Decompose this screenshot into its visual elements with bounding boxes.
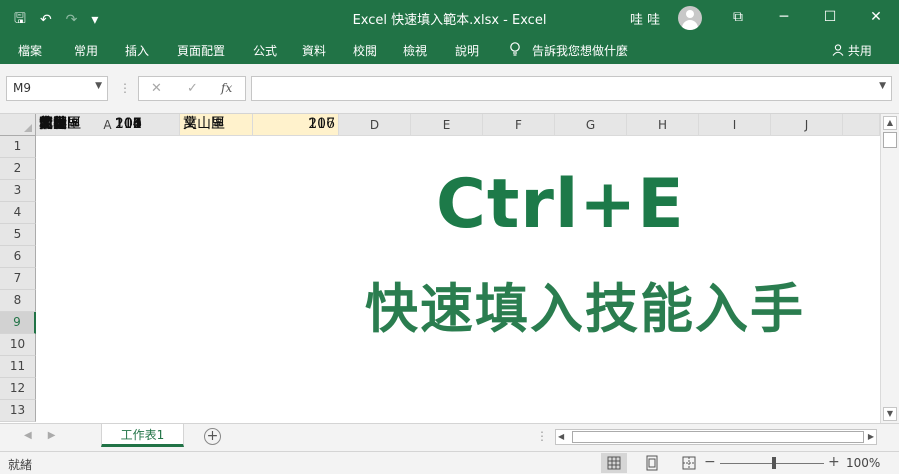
row-header[interactable]: 3 — [0, 180, 36, 202]
cell-a-code: 207 — [115, 116, 142, 132]
page-break-view-icon[interactable] — [676, 453, 702, 473]
tab-view[interactable]: 檢視 — [403, 42, 427, 59]
scroll-up-icon[interactable]: ▲ — [883, 116, 897, 130]
expand-formula-bar-icon[interactable]: ▼ — [879, 81, 886, 91]
zoom-slider-handle[interactable] — [772, 457, 776, 469]
zoom-in-icon[interactable]: + — [828, 454, 840, 470]
row-header[interactable]: 7 — [0, 268, 36, 290]
tell-me-search[interactable]: 告訴我您想做什麼 — [532, 42, 628, 59]
empty-cell[interactable] — [699, 114, 771, 136]
sheet-navigation: ◀ ▶ — [24, 430, 71, 441]
select-all-corner[interactable] — [0, 114, 36, 136]
sheet-tab-active[interactable]: 工作表1 — [101, 424, 184, 447]
status-text: 就緒 — [8, 458, 33, 472]
vertical-scrollbar[interactable]: ▲ ▼ — [880, 114, 899, 423]
empty-cell[interactable] — [339, 114, 411, 136]
row-header[interactable]: 4 — [0, 202, 36, 224]
tab-insert[interactable]: 插入 — [125, 42, 149, 59]
page-layout-view-icon[interactable] — [639, 453, 665, 473]
zoom-out-icon[interactable]: − — [704, 454, 716, 470]
scroll-thumb[interactable] — [883, 132, 897, 148]
formula-bar: M9 ▼ ⋮ ✕ ✓ fx ▼ — [0, 64, 899, 114]
row-header[interactable]: 5 — [0, 224, 36, 246]
tab-file[interactable]: 檔案 — [18, 42, 42, 59]
window-controls: ⧉ ─ ☐ ✕ — [715, 0, 899, 34]
row-header[interactable]: 11 — [0, 356, 36, 378]
empty-cell[interactable] — [627, 114, 699, 136]
tab-review[interactable]: 校閱 — [353, 42, 377, 59]
more-icon[interactable]: ⋮ — [536, 429, 548, 443]
user-name[interactable]: 哇 哇 — [630, 9, 660, 28]
formula-input[interactable]: ▼ — [251, 76, 892, 101]
overlay-title: Ctrl+E — [436, 165, 685, 244]
close-icon[interactable]: ✕ — [853, 0, 899, 34]
name-box[interactable]: M9 ▼ — [6, 76, 108, 101]
tab-home[interactable]: 常用 — [74, 42, 98, 59]
empty-cell[interactable] — [411, 114, 483, 136]
insert-function-icon[interactable]: fx — [221, 81, 232, 95]
person-icon — [832, 44, 844, 56]
row-header[interactable]: 2 — [0, 158, 36, 180]
cell-c[interactable]: 207 — [253, 114, 339, 136]
row-header[interactable]: 10 — [0, 334, 36, 356]
sheet-tab-bar: ◀ ▶ 工作表1 + ⋮ ◀ ▶ — [0, 423, 899, 451]
cell-b[interactable]: 萬 里 — [180, 114, 253, 136]
tab-formulas[interactable]: 公式 — [253, 42, 277, 59]
share-label: 共用 — [847, 44, 872, 58]
status-bar: 就緒 − + 100% — [0, 451, 899, 474]
name-box-value: M9 — [13, 81, 31, 95]
tab-page-layout[interactable]: 頁面配置 — [177, 42, 225, 59]
lightbulb-icon — [510, 42, 520, 56]
avatar[interactable] — [678, 6, 702, 30]
title-bar: 🖫 ↶ ↷ ▾ Excel 快速填入範本.xlsx - Excel 哇 哇 ⧉ … — [0, 0, 899, 36]
scroll-down-icon[interactable]: ▼ — [883, 407, 897, 421]
prev-sheet-icon[interactable]: ◀ — [24, 430, 32, 441]
maximize-icon[interactable]: ☐ — [807, 0, 853, 34]
share-button[interactable]: 共用 — [832, 42, 872, 59]
cell-a[interactable]: 萬 里 207 — [36, 114, 180, 136]
empty-cell[interactable] — [483, 114, 555, 136]
row-header[interactable]: 12 — [0, 378, 36, 400]
tab-data[interactable]: 資料 — [302, 42, 326, 59]
normal-view-icon[interactable] — [601, 453, 627, 473]
row-header[interactable]: 6 — [0, 246, 36, 268]
cancel-icon[interactable]: ✕ — [151, 81, 162, 96]
row-header[interactable]: 8 — [0, 290, 36, 312]
empty-cell[interactable] — [771, 114, 843, 136]
scroll-thumb[interactable] — [572, 431, 864, 443]
overlay-subtitle: 快速填入技能入手 — [365, 279, 805, 340]
horizontal-scrollbar[interactable]: ◀ ▶ — [555, 429, 877, 445]
more-icon[interactable]: ⋮ — [119, 81, 131, 95]
add-sheet-icon[interactable]: + — [204, 428, 221, 445]
empty-cell[interactable] — [843, 114, 880, 136]
empty-cell[interactable] — [555, 114, 627, 136]
ribbon-tabs: 檔案 常用 插入 頁面配置 公式 資料 校閱 檢視 說明 告訴我您想做什麼 共用 — [0, 36, 899, 64]
chevron-down-icon[interactable]: ▼ — [95, 81, 102, 91]
zoom-level[interactable]: 100% — [846, 456, 880, 470]
ribbon-display-options-icon[interactable]: ⧉ — [715, 0, 761, 34]
row-header[interactable]: 13 — [0, 400, 36, 422]
tab-help[interactable]: 說明 — [455, 42, 479, 59]
scroll-left-icon[interactable]: ◀ — [558, 430, 564, 444]
minimize-icon[interactable]: ─ — [761, 0, 807, 34]
next-sheet-icon[interactable]: ▶ — [48, 430, 56, 441]
cell-a-district: 萬 里 — [39, 116, 81, 132]
scroll-right-icon[interactable]: ▶ — [868, 430, 874, 444]
row-header[interactable]: 9 — [0, 312, 36, 334]
formula-buttons: ✕ ✓ fx — [138, 76, 246, 101]
enter-icon[interactable]: ✓ — [187, 81, 198, 96]
row-header[interactable]: 1 — [0, 136, 36, 158]
worksheet-grid[interactable]: ABCDEFGHIJ1中正區100中正區1002大同區103大同區1033中山區… — [0, 114, 880, 423]
